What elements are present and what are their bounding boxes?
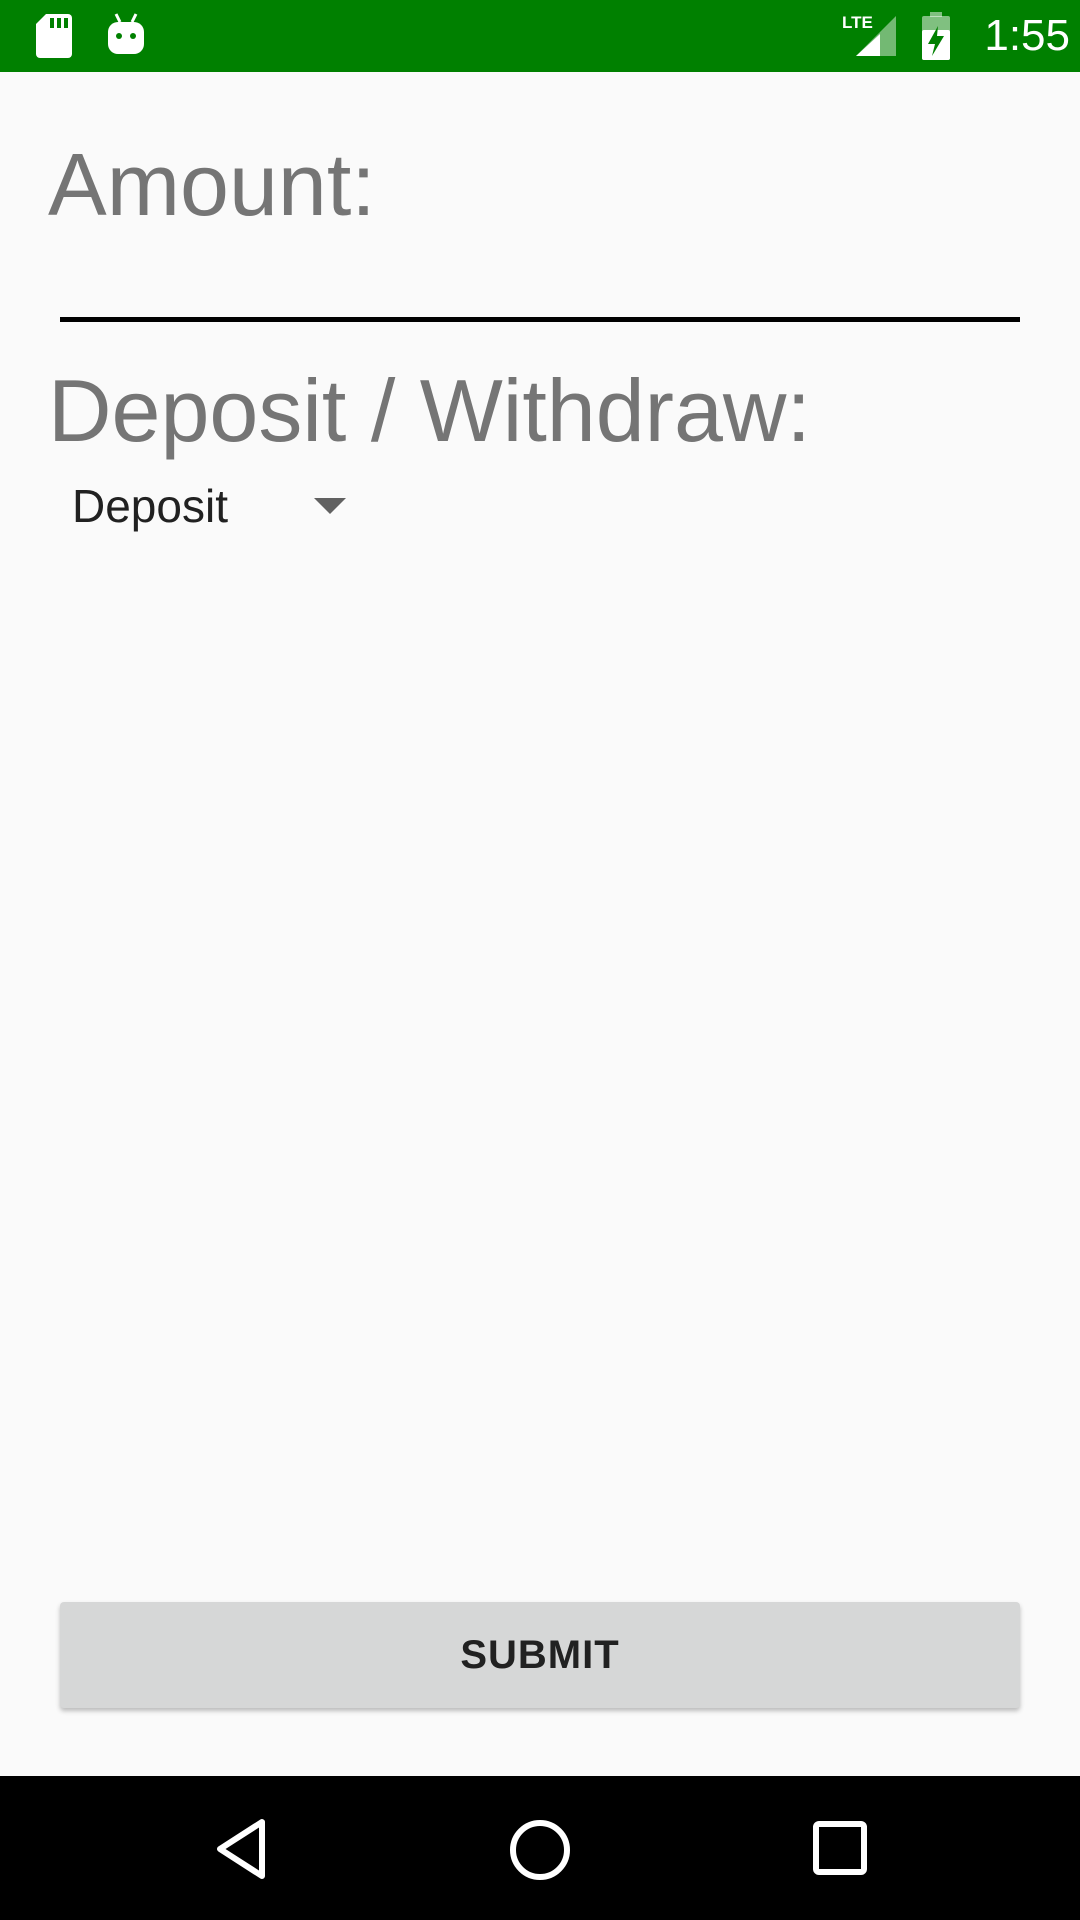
navigation-bar [0,1776,1080,1920]
android-icon [108,13,144,54]
lte-signal-icon: LTE [842,13,896,56]
clock: 1:55 [984,11,1070,60]
recents-icon[interactable] [812,1820,868,1876]
submit-button[interactable]: SUBMIT [60,1602,1020,1708]
transaction-type-dropdown[interactable]: Deposit [48,470,368,540]
dropdown-selected-value: Deposit [72,480,228,532]
home-icon[interactable] [508,1818,572,1882]
battery-charging-icon [922,12,950,60]
amount-label: Amount: [48,135,376,234]
svg-text:LTE: LTE [842,13,873,32]
status-bar: LTE 1:55 [0,0,1080,72]
back-icon[interactable] [212,1816,272,1882]
amount-input[interactable] [60,230,1020,322]
dropdown-arrow-icon [314,498,346,514]
deposit-withdraw-label: Deposit / Withdraw: [48,361,811,460]
sd-card-icon [36,14,72,58]
